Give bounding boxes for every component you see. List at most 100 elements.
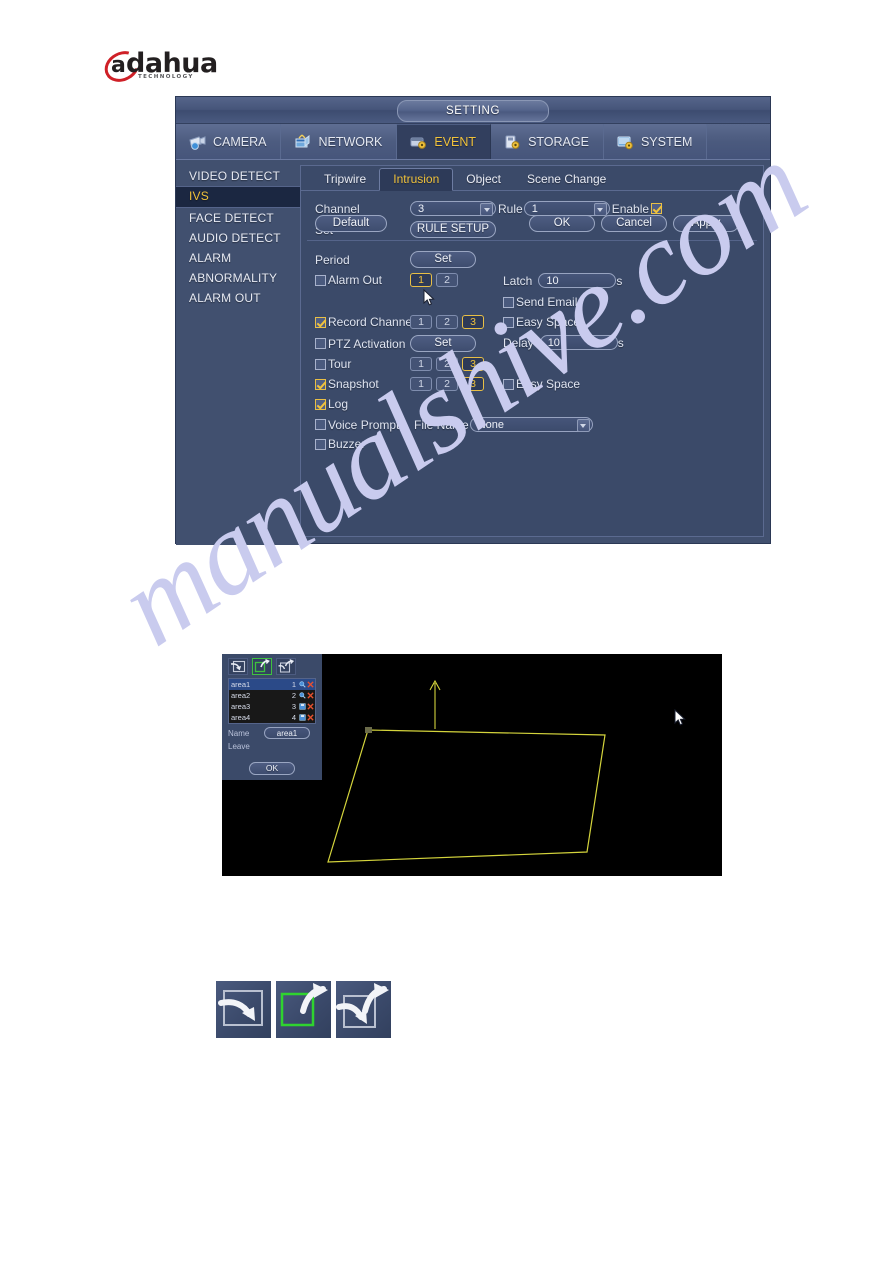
tab-object[interactable]: Object — [453, 169, 514, 190]
tour-box-1[interactable]: 1 — [410, 357, 432, 371]
record-easy-space-checkbox[interactable] — [503, 316, 514, 328]
rule-select[interactable]: 1 — [523, 201, 610, 216]
direction-both-icon[interactable] — [336, 981, 391, 1038]
video-preview[interactable]: area1 1 area2 2 area3 3 area4 4 Name are… — [222, 654, 722, 876]
latch-input[interactable]: 10 — [538, 273, 617, 288]
snapshot-box-2[interactable]: 2 — [436, 377, 458, 391]
arrow-both-icon[interactable] — [276, 658, 296, 675]
sidebar-item-ivs[interactable]: IVS — [176, 186, 300, 208]
tab-intrusion[interactable]: Intrusion — [379, 168, 454, 191]
log-checkbox[interactable] — [315, 398, 326, 410]
magnifier-icon[interactable] — [299, 703, 306, 710]
ptz-set-button[interactable]: Set — [410, 335, 476, 352]
record-channel-box-3[interactable]: 3 — [462, 315, 484, 329]
file-name-label: File Name — [414, 417, 469, 432]
list-item[interactable]: area2 2 — [229, 690, 315, 701]
button-bar: Default OK Cancel Apply — [301, 215, 763, 233]
tour-box-3[interactable]: 3 — [462, 357, 484, 371]
sidebar-item-alarm-out[interactable]: ALARM OUT — [176, 288, 300, 308]
alarm-out-box-2[interactable]: 2 — [436, 273, 458, 287]
window-body: VIDEO DETECT IVS FACE DETECT AUDIO DETEC… — [176, 160, 770, 545]
leave-label: Leave — [228, 742, 250, 751]
record-channel-box-2[interactable]: 2 — [436, 315, 458, 329]
magnifier-icon[interactable] — [299, 692, 306, 699]
sidebar-item-video-detect[interactable]: VIDEO DETECT — [176, 166, 300, 186]
delete-icon[interactable] — [307, 714, 314, 721]
tab-tripwire[interactable]: Tripwire — [311, 169, 379, 190]
settings-panel: Tripwire Intrusion Object Scene Change C… — [300, 165, 764, 537]
record-channel-checkbox[interactable] — [315, 316, 326, 328]
send-email-row: Send Email — [503, 295, 577, 309]
area-name: area2 — [231, 691, 251, 700]
settings-content: Channel 3 Rule 1 Enable RULE SETUP Perio… — [301, 195, 763, 451]
cancel-button[interactable]: Cancel — [601, 215, 667, 232]
delay-input[interactable]: 10 — [539, 335, 618, 350]
period-set-button[interactable]: Set — [410, 251, 476, 268]
list-item[interactable]: area4 4 — [229, 712, 315, 723]
apply-button[interactable]: Apply — [673, 215, 739, 232]
tab-network[interactable]: NETWORK — [281, 124, 398, 159]
magnifier-icon[interactable] — [299, 714, 306, 721]
area-name: area4 — [231, 713, 251, 722]
log-label: Log — [328, 397, 349, 411]
tab-scene-change[interactable]: Scene Change — [514, 169, 619, 190]
area-config-panel: area1 1 area2 2 area3 3 area4 4 Name are… — [222, 654, 322, 780]
system-icon — [616, 134, 635, 150]
buzzer-checkbox[interactable] — [315, 438, 326, 450]
tab-camera[interactable]: CAMERA — [176, 124, 282, 159]
list-item[interactable]: area3 3 — [229, 701, 315, 712]
snapshot-easy-space-checkbox[interactable] — [503, 378, 514, 390]
chevron-down-icon[interactable] — [576, 419, 590, 432]
delay-unit: s — [617, 335, 624, 350]
sidebar-item-abnormality[interactable]: ABNORMALITY — [176, 268, 300, 288]
send-email-checkbox[interactable] — [503, 296, 514, 308]
file-name-select[interactable]: None — [469, 417, 593, 432]
delete-icon[interactable] — [307, 703, 314, 710]
default-button[interactable]: Default — [315, 215, 387, 232]
region-polygon — [327, 729, 606, 863]
voice-prompts-label: Voice Prompts — [328, 417, 406, 432]
voice-prompts-checkbox[interactable] — [315, 419, 326, 430]
enable-label: Enable — [611, 201, 650, 216]
area-name: area3 — [231, 702, 251, 711]
rule-label: Rule — [498, 201, 523, 216]
record-channel-box-1[interactable]: 1 — [410, 315, 432, 329]
list-item[interactable]: area1 1 — [229, 679, 315, 690]
alarm-out-checkbox[interactable] — [315, 274, 326, 286]
delete-icon[interactable] — [307, 692, 314, 699]
sidebar-item-alarm[interactable]: ALARM — [176, 248, 300, 268]
direction-exit-icon[interactable] — [276, 981, 331, 1038]
magnifier-icon[interactable] — [299, 681, 306, 688]
tab-storage-label: STORAGE — [528, 134, 589, 149]
record-easy-space-row: Easy Space — [503, 315, 580, 329]
tour-checkbox[interactable] — [315, 358, 326, 370]
tab-system[interactable]: SYSTEM — [603, 124, 708, 159]
direction-enter-icon[interactable] — [216, 981, 271, 1038]
tour-label: Tour — [328, 357, 352, 371]
dahua-logo: a dahua TECHNOLOGY — [99, 45, 218, 88]
ok-button[interactable]: OK — [529, 215, 595, 232]
channel-select[interactable]: 3 — [410, 201, 496, 216]
enable-checkbox[interactable] — [651, 203, 663, 214]
tab-storage[interactable]: STORAGE — [491, 124, 604, 159]
arrow-exit-icon[interactable] — [252, 658, 272, 675]
alarm-out-box-1[interactable]: 1 — [410, 273, 432, 287]
delete-icon[interactable] — [307, 681, 314, 688]
sidebar-item-audio-detect[interactable]: AUDIO DETECT — [176, 228, 300, 248]
area-name-input[interactable]: area1 — [264, 727, 310, 739]
area-ok-button[interactable]: OK — [249, 762, 295, 775]
sidebar-item-face-detect[interactable]: FACE DETECT — [176, 208, 300, 228]
send-email-label: Send Email — [516, 295, 578, 309]
window-title: SETTING — [397, 100, 549, 122]
arrow-enter-icon[interactable] — [228, 658, 248, 675]
voice-prompts-row: Voice Prompts File Name None — [315, 417, 593, 432]
tour-box-2[interactable]: 2 — [436, 357, 458, 371]
logo-initial: a — [111, 53, 126, 78]
ptz-checkbox[interactable] — [315, 338, 326, 349]
tab-event[interactable]: EVENT — [397, 124, 492, 159]
snapshot-checkbox[interactable] — [315, 378, 326, 390]
snapshot-box-3[interactable]: 3 — [462, 377, 484, 391]
snapshot-box-1[interactable]: 1 — [410, 377, 432, 391]
area-list[interactable]: area1 1 area2 2 area3 3 area4 4 — [228, 678, 316, 724]
region-handle[interactable] — [365, 727, 372, 733]
